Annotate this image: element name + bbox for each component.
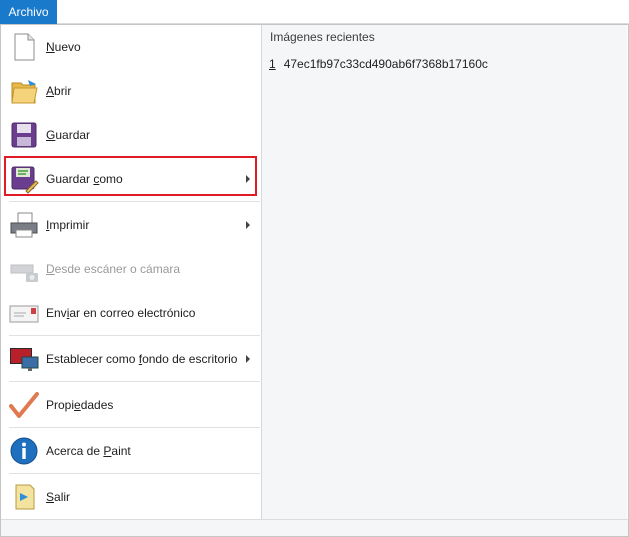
recent-image-item[interactable]: 1 47ec1fb97c33cd490ab6f7368b17160c [269, 57, 488, 73]
scanner-camera-icon [8, 253, 40, 285]
menu-item-imprimir[interactable]: Imprimir [1, 203, 260, 247]
tab-archivo[interactable]: Archivo [0, 0, 57, 24]
menu-separator [9, 201, 260, 202]
menu-item-guardar[interactable]: Guardar [1, 113, 260, 157]
save-disk-icon [8, 119, 40, 151]
menu-item-abrir[interactable]: Abrir [1, 69, 260, 113]
info-icon [8, 435, 40, 467]
recent-images-title: Imágenes recientes [270, 30, 375, 44]
recent-item-number: 1 [269, 57, 276, 71]
menu-item-salir[interactable]: Salir [1, 475, 260, 519]
recent-item-name: 47ec1fb97c33cd490ab6f7368b17160c [283, 57, 488, 71]
selection-highlight-box [4, 156, 257, 196]
checkmark-icon [8, 389, 40, 421]
file-menu-footer [1, 519, 628, 536]
menu-item-nuevo[interactable]: Nuevo [1, 25, 260, 69]
ribbon-tab-bar: Archivo [0, 0, 629, 24]
menu-separator [9, 335, 260, 336]
open-folder-icon [8, 75, 40, 107]
menu-item-propiedades[interactable]: Propiedades [1, 383, 260, 427]
exit-icon [8, 481, 40, 513]
desktop-background-icon [8, 343, 40, 375]
menu-separator [9, 381, 260, 382]
menu-item-desde-escaner: Desde escáner o cámara [1, 247, 260, 291]
printer-icon [8, 209, 40, 241]
submenu-arrow-icon [246, 221, 250, 229]
menu-separator [9, 473, 260, 474]
new-document-icon [8, 31, 40, 63]
menu-item-enviar-correo[interactable]: Enviar en correo electrónico [1, 291, 260, 335]
email-icon [8, 297, 40, 329]
menu-item-fondo-escritorio[interactable]: Establecer como fondo de escritorio [1, 337, 260, 381]
menu-item-acerca-de-paint[interactable]: Acerca de Paint [1, 429, 260, 473]
recent-images-pane [262, 25, 627, 519]
menu-separator [9, 427, 260, 428]
submenu-arrow-icon [246, 355, 250, 363]
